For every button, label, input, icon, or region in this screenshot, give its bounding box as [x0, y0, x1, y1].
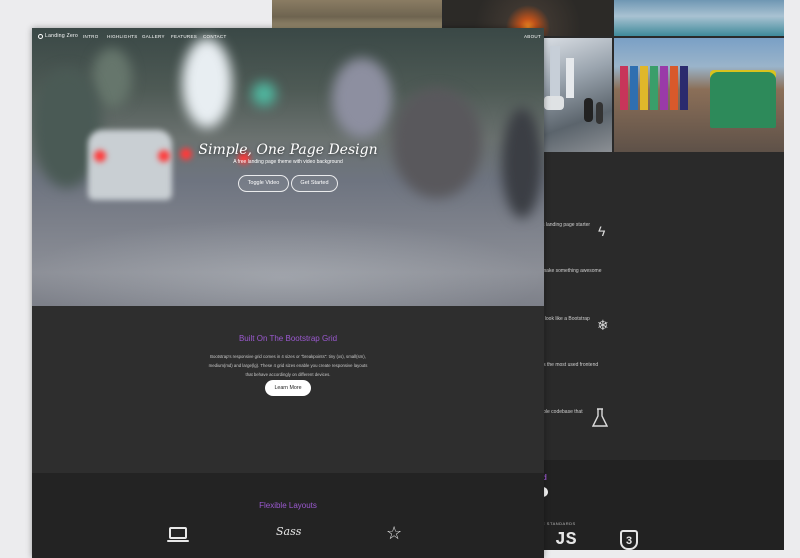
css3-icon: 3: [620, 530, 638, 550]
brand-link[interactable]: Landing Zero: [38, 33, 78, 39]
laptop-base-icon: [167, 540, 189, 542]
get-started-button[interactable]: Get Started: [291, 175, 338, 192]
laptop-icon: [169, 527, 187, 539]
feature-text-2: make something awesome: [542, 268, 602, 274]
gallery-photo-deer[interactable]: [272, 0, 442, 28]
gallery-photo-market[interactable]: [614, 38, 784, 152]
sass-icon: Sass: [276, 525, 302, 538]
nav-link-contact[interactable]: CONTACT: [203, 34, 227, 39]
nav-link-highlights[interactable]: HIGHLIGHTS: [107, 34, 138, 39]
bolt-icon: ϟ: [598, 223, 606, 239]
hero-title: Simple, One Page Design: [198, 142, 378, 158]
gallery-photo-lake[interactable]: [614, 0, 784, 36]
car-image: [88, 130, 172, 200]
standards-label: E STANDARDS: [542, 521, 576, 526]
top-navbar: Landing Zero INTRO HIGHLIGHTS GALLERY FE…: [32, 28, 544, 44]
nav-link-features[interactable]: FEATURES: [171, 34, 197, 39]
section-description: Bootstrap's responsive grid comes in 4 s…: [208, 354, 368, 377]
nav-link-intro[interactable]: INTRO: [83, 34, 99, 39]
nav-link-gallery[interactable]: GALLERY: [142, 34, 165, 39]
learn-more-button[interactable]: Learn More: [265, 380, 311, 396]
section-title: Built On The Bootstrap Grid: [238, 334, 338, 343]
feature-text-1: s landing page starter: [542, 222, 591, 228]
hero-subtitle: A free landing page theme with video bac…: [233, 159, 343, 165]
nav-link-about[interactable]: ABOUT: [524, 34, 541, 39]
toggle-video-button[interactable]: Toggle Video: [238, 175, 289, 192]
gallery-photo-street[interactable]: [544, 38, 612, 152]
feature-text-3: t look like a Bootstrap: [542, 316, 590, 322]
brand-circle-icon: [38, 33, 43, 39]
bootstrap-grid-section: Built On The Bootstrap Grid Bootstrap's …: [32, 306, 544, 473]
snowflake-icon: ❄: [597, 317, 609, 333]
flask-icon: [591, 408, 609, 428]
flexible-layouts-section: Flexible Layouts Sass ☆: [32, 473, 544, 558]
section-title: Flexible Layouts: [259, 501, 317, 510]
landing-page-screenshot: Landing Zero INTRO HIGHLIGHTS GALLERY FE…: [32, 28, 544, 558]
javascript-icon: JS: [555, 530, 577, 550]
feature-text-4: is the most used frontend: [542, 362, 599, 368]
feature-text-5: ible codebase that: [542, 409, 583, 415]
hero-section: Landing Zero INTRO HIGHLIGHTS GALLERY FE…: [32, 28, 544, 306]
star-icon: ☆: [386, 523, 403, 543]
brand-label: Landing Zero: [45, 33, 79, 39]
